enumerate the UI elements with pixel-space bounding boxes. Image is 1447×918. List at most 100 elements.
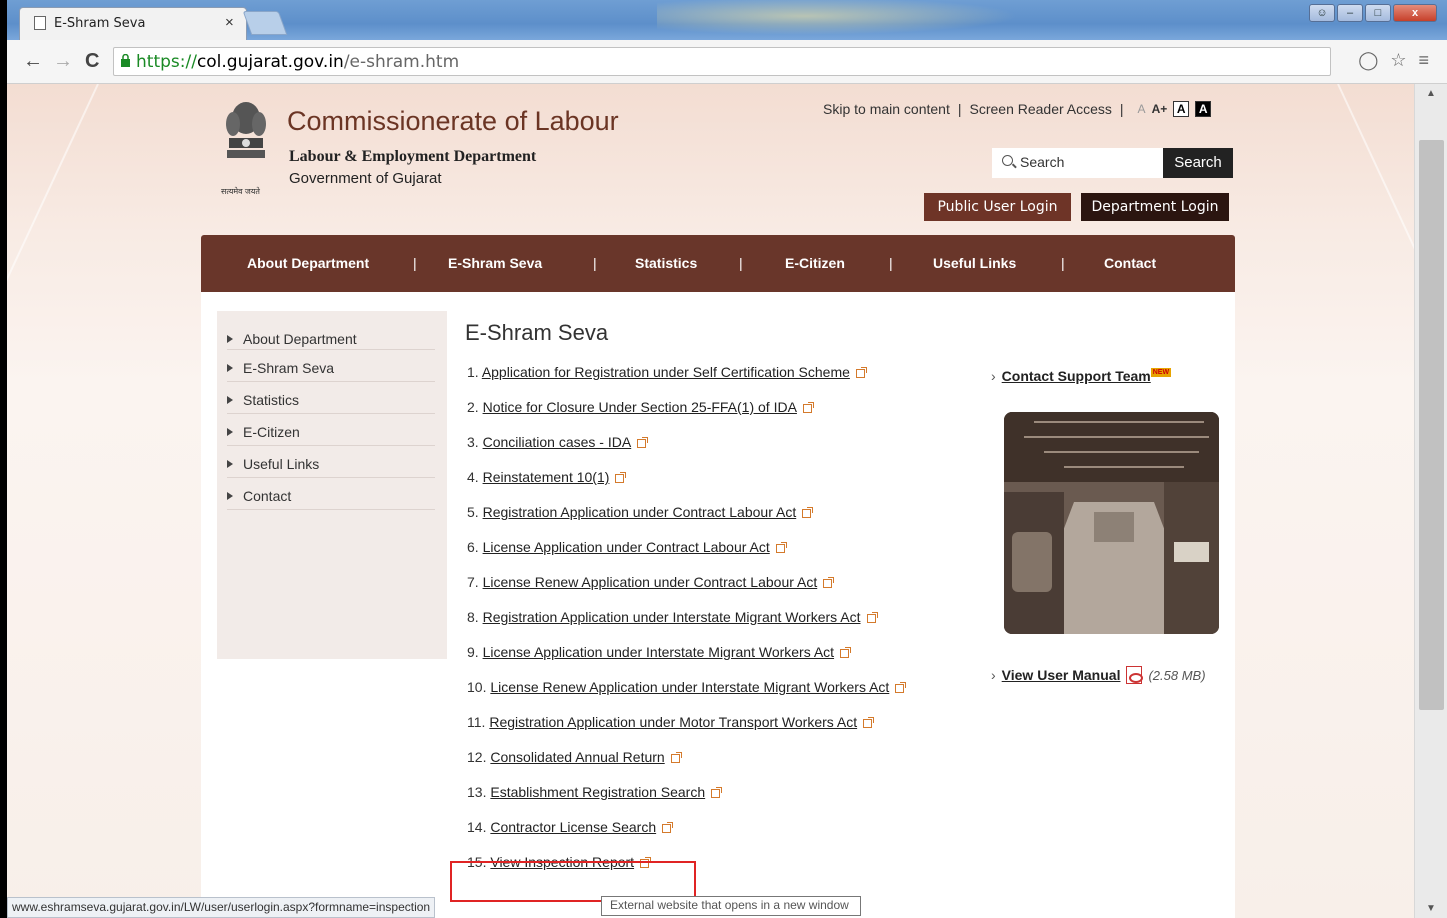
- user-icon[interactable]: ☺: [1309, 4, 1335, 22]
- chevron-right-icon: ›: [991, 667, 996, 683]
- nav-about-department[interactable]: About Department: [247, 255, 369, 271]
- chevron-right-icon: ›: [991, 368, 996, 384]
- contrast-black[interactable]: A: [1195, 101, 1212, 117]
- status-bar: www.eshramseva.gujarat.gov.in/LW/user/us…: [7, 897, 435, 918]
- external-link-icon: [615, 472, 627, 483]
- triangle-right-icon: [227, 335, 233, 343]
- service-link[interactable]: Notice for Closure Under Section 25-FFA(…: [483, 399, 797, 415]
- external-link-icon: [840, 647, 852, 658]
- skip-link[interactable]: Skip to main content: [823, 101, 950, 117]
- service-link[interactable]: Contractor License Search: [490, 819, 656, 835]
- sidebar-item-e-citizen[interactable]: E-Citizen: [227, 414, 435, 446]
- external-link-icon: [866, 612, 878, 623]
- nav-statistics[interactable]: Statistics: [635, 255, 697, 271]
- list-item: 9. License Application under Interstate …: [467, 644, 904, 679]
- service-link[interactable]: License Renew Application under Contract…: [483, 574, 818, 590]
- list-item: 7. License Renew Application under Contr…: [467, 574, 904, 609]
- list-item: 11. Registration Application under Motor…: [467, 714, 904, 749]
- sidebar-item-e-shram-seva[interactable]: E-Shram Seva: [227, 350, 435, 382]
- reload-icon[interactable]: C: [85, 50, 99, 73]
- scroll-up-icon[interactable]: ▲: [1426, 88, 1436, 99]
- external-link-icon: [863, 717, 875, 728]
- search-placeholder: Search: [1020, 154, 1065, 170]
- triangle-right-icon: [227, 428, 233, 436]
- browser-tab[interactable]: E-Shram Seva ×: [19, 7, 247, 40]
- file-size: (2.58 MB): [1148, 667, 1206, 683]
- external-link-icon: [802, 402, 814, 413]
- scroll-down-icon[interactable]: ▼: [1426, 903, 1436, 914]
- triangle-right-icon: [227, 460, 233, 468]
- external-link-icon: [662, 822, 674, 833]
- font-size-large[interactable]: A+: [1152, 102, 1168, 116]
- nav-e-shram-seva[interactable]: E-Shram Seva: [448, 255, 542, 271]
- page-viewport: सत्यमेव जयते Commissionerate of Labour L…: [7, 84, 1414, 918]
- sidebar-item-about-department[interactable]: About Department: [227, 315, 435, 350]
- contrast-white[interactable]: A: [1173, 101, 1190, 117]
- national-emblem-icon: [226, 102, 266, 158]
- nav-useful-links[interactable]: Useful Links: [933, 255, 1016, 271]
- main-nav: About Department | E-Shram Seva | Statis…: [201, 235, 1235, 292]
- page-icon: [34, 16, 46, 30]
- sidebar-item-statistics[interactable]: Statistics: [227, 382, 435, 414]
- view-user-manual-link[interactable]: View User Manual: [1002, 667, 1121, 683]
- service-link[interactable]: Application for Registration under Self …: [482, 364, 850, 380]
- service-link[interactable]: License Application under Contract Labou…: [483, 539, 770, 555]
- forward-icon[interactable]: →: [53, 50, 73, 73]
- service-link[interactable]: Reinstatement 10(1): [483, 469, 610, 485]
- tooltip: External website that opens in a new win…: [601, 896, 861, 916]
- site-government: Government of Gujarat: [289, 170, 442, 187]
- service-link[interactable]: Registration Application under Interstat…: [483, 609, 861, 625]
- new-badge: NEW: [1150, 368, 1172, 377]
- minimize-button[interactable]: –: [1337, 4, 1363, 22]
- service-link[interactable]: Consolidated Annual Return: [490, 749, 664, 765]
- nav-contact[interactable]: Contact: [1104, 255, 1156, 271]
- page-title: E-Shram Seva: [465, 320, 609, 345]
- title-bar: E-Shram Seva × ☺ – □ x: [7, 0, 1447, 40]
- search-input[interactable]: Search: [992, 148, 1168, 178]
- menu-icon[interactable]: ≡: [1418, 50, 1429, 71]
- public-user-login-button[interactable]: Public User Login: [924, 193, 1071, 221]
- back-icon[interactable]: ←: [23, 50, 43, 73]
- sidebar-item-contact[interactable]: Contact: [227, 478, 435, 510]
- external-link-icon: [823, 577, 835, 588]
- scroll-thumb[interactable]: [1419, 140, 1444, 710]
- maximize-button[interactable]: □: [1365, 4, 1391, 22]
- service-link[interactable]: License Application under Interstate Mig…: [483, 644, 834, 660]
- tab-close-icon[interactable]: ×: [225, 14, 234, 31]
- service-link[interactable]: Establishment Registration Search: [490, 784, 705, 800]
- external-link-icon: [711, 787, 723, 798]
- external-link-icon: [895, 682, 907, 693]
- shield-icon[interactable]: ◯: [1358, 50, 1378, 71]
- service-link[interactable]: Conciliation cases - IDA: [483, 434, 632, 450]
- close-button[interactable]: x: [1393, 4, 1437, 22]
- search-icon: [1002, 155, 1013, 166]
- list-item: 8. Registration Application under Inters…: [467, 609, 904, 644]
- service-links-list: 1. Application for Registration under Se…: [467, 364, 907, 889]
- new-tab-button[interactable]: [242, 11, 288, 35]
- external-link-icon: [637, 437, 649, 448]
- department-login-button[interactable]: Department Login: [1081, 193, 1229, 221]
- star-icon[interactable]: ☆: [1390, 50, 1406, 71]
- external-link-icon: [802, 507, 814, 518]
- nav-e-citizen[interactable]: E-Citizen: [785, 255, 845, 271]
- address-bar[interactable]: https://col.gujarat.gov.in/e-shram.htm: [113, 47, 1331, 76]
- service-link[interactable]: License Renew Application under Intersta…: [490, 679, 889, 695]
- font-size-normal[interactable]: A: [1138, 102, 1146, 116]
- url-text: https://col.gujarat.gov.in/e-shram.htm: [136, 52, 460, 72]
- search-button[interactable]: Search: [1163, 148, 1233, 178]
- service-link[interactable]: Registration Application under Contract …: [483, 504, 797, 520]
- list-item: 3. Conciliation cases - IDA: [467, 434, 904, 469]
- site-title[interactable]: Commissionerate of Labour: [287, 106, 619, 137]
- external-link-icon: [775, 542, 787, 553]
- contact-support-link[interactable]: Contact Support Team: [1002, 368, 1151, 384]
- sidebar-item-useful-links[interactable]: Useful Links: [227, 446, 435, 478]
- list-item: 5. Registration Application under Contra…: [467, 504, 904, 539]
- list-item: 4. Reinstatement 10(1): [467, 469, 904, 504]
- side-menu: About Department E-Shram Seva Statistics…: [217, 311, 447, 659]
- screen-reader-link[interactable]: Screen Reader Access: [970, 101, 1112, 117]
- window-frame: [0, 0, 7, 918]
- vertical-scrollbar[interactable]: ▲ ▼: [1414, 84, 1447, 918]
- service-link[interactable]: Registration Application under Motor Tra…: [489, 714, 857, 730]
- site-department: Labour & Employment Department: [289, 148, 537, 165]
- triangle-right-icon: [227, 492, 233, 500]
